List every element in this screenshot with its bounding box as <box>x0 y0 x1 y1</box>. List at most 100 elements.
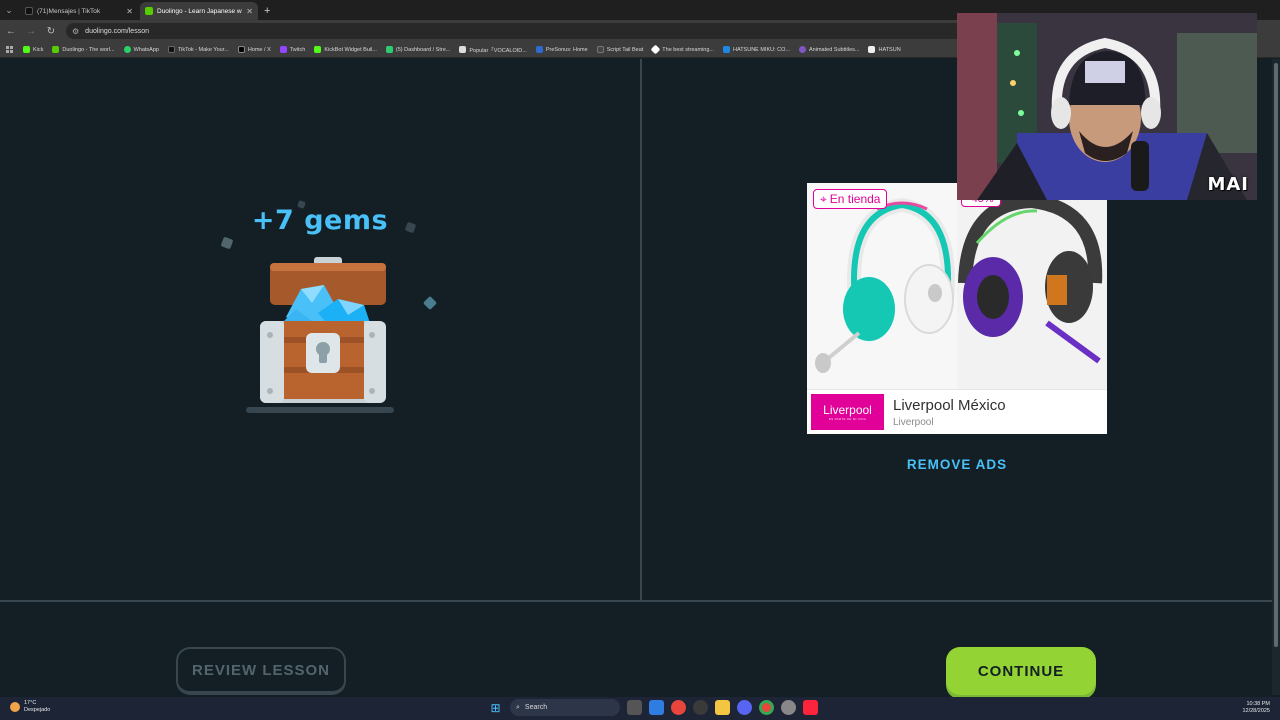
bookmark-item[interactable]: Animated Subtitles... <box>799 46 859 53</box>
headphones-image <box>807 183 1107 389</box>
new-tab-icon[interactable]: + <box>264 2 270 20</box>
footer-divider <box>0 600 1272 602</box>
bookmark-item[interactable]: HATSUNE MIKU: CO... <box>722 46 791 53</box>
reward-label: +7 gems <box>251 205 389 236</box>
weather-icon <box>10 702 20 712</box>
vertical-divider <box>640 59 642 600</box>
ad-image[interactable]: ⌖ En tienda -45% <box>807 183 1107 389</box>
scrollbar-thumb[interactable] <box>1274 63 1278 647</box>
site-info-icon[interactable]: ⚙ <box>72 27 79 36</box>
location-pin-icon: ⌖ <box>820 191 827 206</box>
whatsapp-icon <box>123 46 131 53</box>
recorder-icon[interactable] <box>671 700 686 715</box>
bookmark-label: The best streaming... <box>662 46 714 53</box>
weather-widget[interactable]: 17°C Despejado <box>10 700 50 714</box>
miku-icon <box>722 46 730 53</box>
streaming-icon <box>650 44 661 55</box>
ad-text: Liverpool México Liverpool <box>893 397 1006 428</box>
liverpool-logo: Liverpool ES PARTE DE MI VIDA <box>811 394 884 430</box>
bookmark-item[interactable]: PreSonus: Home <box>535 46 588 53</box>
bookmark-label: Script Tail Beat <box>606 46 644 53</box>
reload-icon[interactable]: ↻ <box>46 26 56 37</box>
settings-icon[interactable] <box>781 700 796 715</box>
bookmark-label: Popular「VOCALOID... <box>469 47 527 54</box>
bookmark-item[interactable]: (5) Dashboard / Stre... <box>385 46 451 53</box>
sparkle-icon <box>422 295 438 311</box>
tab-tiktok[interactable]: (71)Mensajes | TikTok ✕ <box>20 2 138 20</box>
bookmark-label: Kick <box>33 46 44 53</box>
forward-icon[interactable]: → <box>26 26 36 37</box>
bookmark-label: Animated Subtitles... <box>809 46 860 53</box>
search-icon: ⌕ <box>516 703 520 711</box>
ad-advertiser: Liverpool México <box>893 396 1006 414</box>
url-input[interactable]: ⚙ duolingo.com/lesson <box>66 23 966 39</box>
review-lesson-button[interactable]: REVIEW LESSON <box>176 647 346 695</box>
bookmark-item[interactable]: Home / X <box>237 46 271 53</box>
windows-start-icon[interactable]: ⊞ <box>488 700 503 715</box>
taskbar-clock[interactable]: 10:38 PM 12/28/2025 <box>1242 701 1270 715</box>
bookmark-label: Home / X <box>247 46 271 53</box>
bookmark-label: (5) Dashboard / Stre... <box>395 46 451 53</box>
store-icon[interactable] <box>649 700 664 715</box>
webcam-overlay: MAI <box>957 13 1257 200</box>
tiktok-icon <box>167 46 175 53</box>
bookmark-label: PreSonus: Home <box>545 46 588 53</box>
close-tab-icon[interactable]: ✕ <box>246 7 253 16</box>
bookmark-label: HATSUN <box>878 46 901 53</box>
bookmark-item[interactable]: Twitch <box>279 46 306 53</box>
ad-footer[interactable]: Liverpool ES PARTE DE MI VIDA Liverpool … <box>807 389 1107 434</box>
bookmark-item[interactable]: Script Tail Beat <box>596 46 644 53</box>
file-explorer-icon[interactable] <box>715 700 730 715</box>
bookmark-item[interactable]: HATSUN <box>868 46 901 53</box>
obs-icon[interactable] <box>693 700 708 715</box>
apps-grid-icon[interactable] <box>6 45 14 54</box>
twitch-icon <box>279 46 287 53</box>
bookmark-label: KickBot Widget Buil... <box>324 46 377 53</box>
clock-time: 10:38 PM <box>1246 701 1270 707</box>
bookmark-item[interactable]: KickBot Widget Buil... <box>314 46 377 53</box>
ad-in-store-badge: ⌖ En tienda <box>813 189 888 209</box>
bookmark-label: Twitch <box>289 46 306 53</box>
bookmark-label: HATSUNE MIKU: CO... <box>732 46 791 53</box>
miku-icon <box>868 46 876 53</box>
vocaloid-icon <box>459 46 467 53</box>
bookmark-item[interactable]: TikTok - Make Your... <box>167 46 229 53</box>
page-scrollbar[interactable] <box>1272 59 1280 695</box>
bookmark-item[interactable]: Duolingo - The worl... <box>52 46 115 53</box>
bookmark-label: WhatsApp <box>133 46 159 53</box>
tab-title: Duolingo - Learn Japanese with <box>157 7 243 15</box>
bookmark-item[interactable]: WhatsApp <box>123 46 159 53</box>
tab-search-icon[interactable]: ⌄ <box>0 0 18 20</box>
url-text: duolingo.com/lesson <box>85 27 149 35</box>
subtitles-icon <box>799 46 807 53</box>
advertisement[interactable]: ⌖ En tienda -45% Liverpool ES PARTE DE M… <box>807 183 1107 434</box>
bookmark-item[interactable]: The best streaming... <box>650 44 714 55</box>
task-view-icon[interactable] <box>627 700 642 715</box>
continue-button[interactable]: CONTINUE <box>946 647 1096 695</box>
badge-label: En tienda <box>829 192 881 206</box>
temperature: 17°C <box>24 700 37 706</box>
ad-advertiser-sub: Liverpool <box>893 416 934 428</box>
logo-text: Liverpool <box>823 403 872 417</box>
kickbot-icon <box>314 46 322 53</box>
back-icon[interactable]: ← <box>6 26 16 37</box>
chrome-icon[interactable] <box>759 700 774 715</box>
close-tab-icon[interactable]: ✕ <box>126 7 133 16</box>
taskbar-apps: ⊞ ⌕ Search <box>488 699 818 716</box>
bookmark-item[interactable]: Popular「VOCALOID... <box>459 46 527 54</box>
discord-icon[interactable] <box>737 700 752 715</box>
taskbar-search[interactable]: ⌕ Search <box>510 699 620 716</box>
kick-icon <box>23 46 30 53</box>
music-icon[interactable] <box>803 700 818 715</box>
duolingo-icon <box>52 46 60 53</box>
remove-ads-link[interactable]: REMOVE ADS <box>857 457 1057 472</box>
bookmark-label: Duolingo - The worl... <box>62 46 115 53</box>
bookmark-item[interactable]: Kick <box>23 46 43 53</box>
clock-date: 12/28/2025 <box>1242 708 1270 714</box>
treasure-chest-icon <box>246 257 394 413</box>
script-icon <box>596 46 604 53</box>
webcam-feed-image <box>957 13 1257 200</box>
tab-duolingo[interactable]: Duolingo - Learn Japanese with ✕ <box>140 2 258 20</box>
x-icon <box>237 46 245 53</box>
tiktok-icon <box>25 7 33 15</box>
